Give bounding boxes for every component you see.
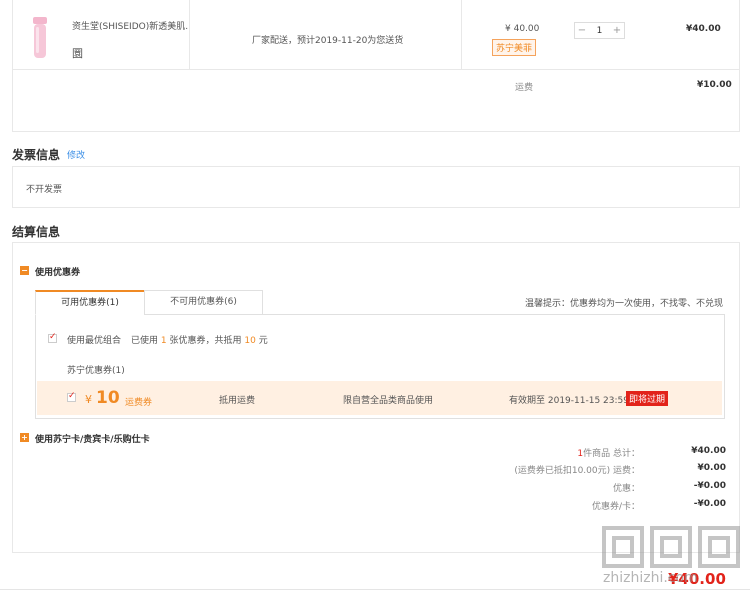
bottom-divider [0,589,750,590]
coupon-group-label: 苏宁优惠券(1) [67,366,125,376]
coupon-type: 运费券 [125,398,153,408]
invoice-box [12,166,740,208]
used-amount: 10 [244,336,256,346]
invoice-edit-link[interactable]: 修改 [67,148,85,161]
promo-badge: 苏宁美菲 [492,39,537,56]
qty-minus-button[interactable]: − [575,25,589,36]
coupon-checkbox[interactable] [67,391,76,402]
coupon-expiring-badge: 即将过期 [626,391,669,406]
used-count: 1 [160,336,167,346]
best-combo-checkbox[interactable] [48,332,57,343]
product-row-divider-2 [461,0,462,70]
invoice-value: 不开发票 [26,185,63,195]
summary-goods-total: ¥40.00 [691,446,726,456]
row-total: ¥40.00 [686,24,721,34]
coupon-currency: ¥ [85,393,92,406]
best-combo-label[interactable]: 使用最优组合 [67,333,121,346]
used-text-c: 元 [258,336,268,346]
coupon-amount: 10 [96,388,120,408]
summary-freight-value: ¥0.00 [697,463,726,473]
coupon-collapse-icon[interactable]: − [20,266,29,275]
summary-freight-label: (运费券已抵扣10.00元) 运费： [514,466,640,476]
unit-price: ¥ 40.00 [505,24,540,34]
summary-item-text: 件商品 总计： [583,449,640,459]
coupon-usage-summary: 已使用 1 张优惠券，共抵用 10 元 [131,333,268,346]
summary-coupon-card-label: 优惠券/卡： [591,502,640,512]
product-tag-icon: 圜 [72,47,83,60]
summary-items-label: 1件商品 总计： [540,446,640,459]
shipping-row-box [12,69,740,132]
delivery-info: 厂家配送，预计2019-11-20为您送货 [252,36,404,46]
shipping-label: 运费 [515,83,534,93]
coupon-expiry: 有效期至 2019-11-15 23:59 [509,396,629,406]
coupon-tip: 温馨提示：优惠券均为一次使用，不找零、不兑现 [525,299,724,309]
product-row-divider-1 [189,0,190,70]
qty-plus-button[interactable]: + [610,25,624,36]
coupon-section-title[interactable]: 使用优惠券 [35,265,80,278]
invoice-title: 发票信息 [12,148,61,162]
summary-discount-value: -¥0.00 [693,481,726,491]
summary-discount-label: 优惠： [612,484,640,494]
tab-unavailable-coupons[interactable]: 不可用优惠券(6) [144,290,263,315]
qty-input[interactable]: 1 [589,26,610,36]
settlement-title: 结算信息 [12,225,61,239]
used-text-a: 已使用 [131,336,159,346]
product-image[interactable] [30,17,50,59]
shipping-value: ¥10.00 [697,80,732,90]
card-expand-icon[interactable]: + [20,433,29,442]
coupon-usage: 抵用运费 [219,396,256,406]
summary-coupon-card-value: -¥0.00 [693,499,726,509]
watermark-text: zhizhizhi.com [603,570,698,586]
card-section-title[interactable]: 使用苏宁卡/贵宾卡/乐购仕卡 [35,432,150,445]
tab-available-coupons[interactable]: 可用优惠券(1) [35,290,145,315]
coupon-scope: 限自营全品类商品使用 [343,396,434,406]
product-name-link[interactable]: 资生堂(SHISEIDO)新透美肌... [72,19,188,32]
quantity-stepper: − 1 + [574,22,625,39]
used-text-b: 张优惠券，共抵用 [169,336,242,346]
